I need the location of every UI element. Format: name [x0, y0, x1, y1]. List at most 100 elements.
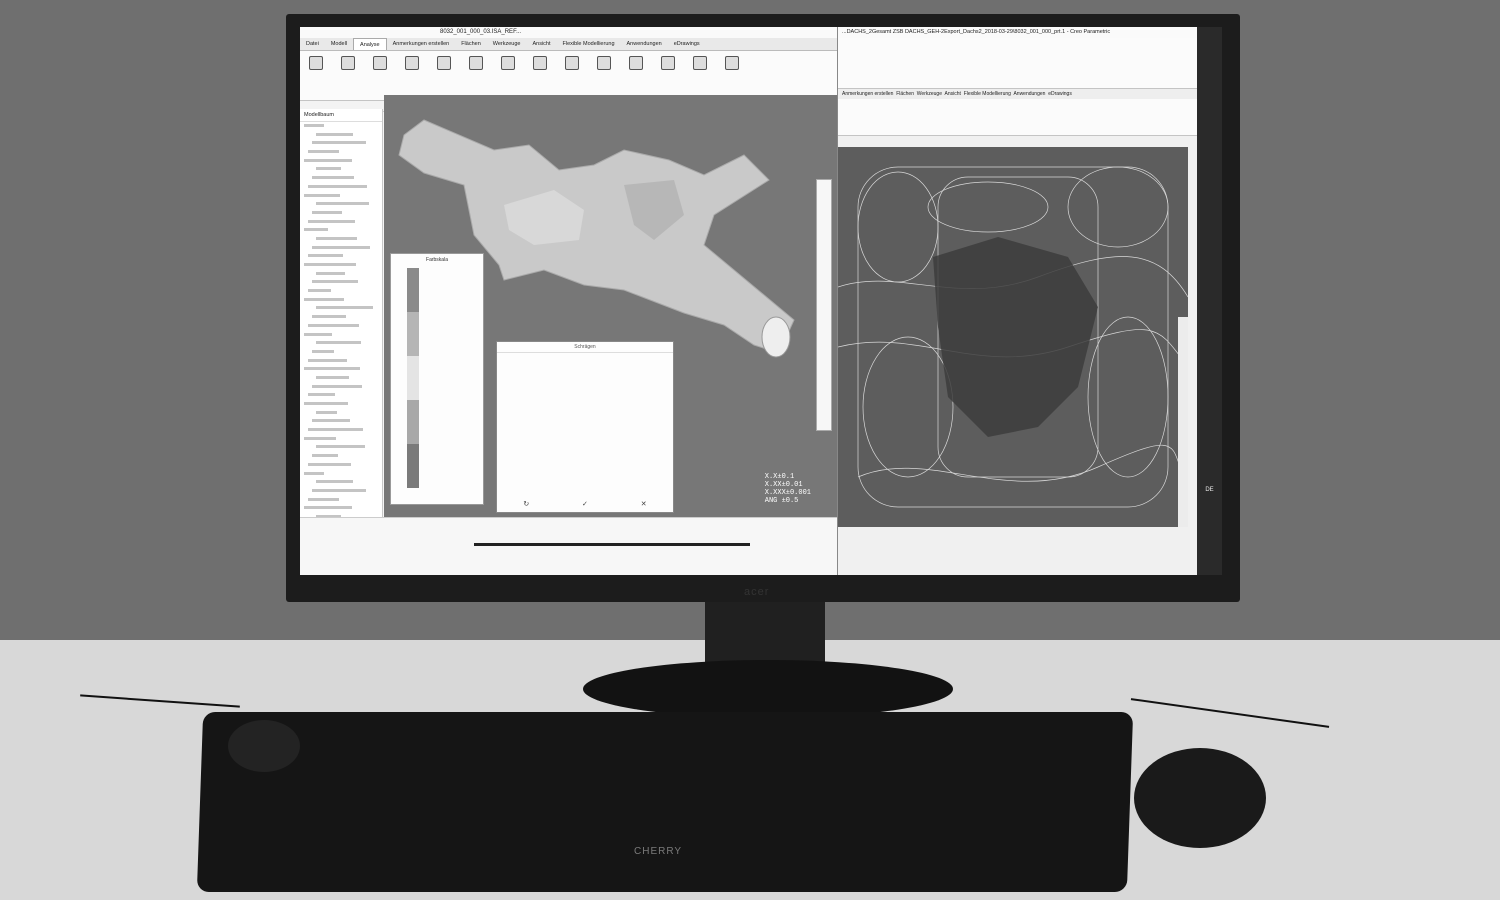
- model-tree-item[interactable]: [300, 244, 382, 253]
- tolerance-line: X.XXX±0.001: [764, 489, 811, 497]
- ribbon-button[interactable]: [335, 54, 361, 72]
- model-tree-item[interactable]: [300, 139, 382, 148]
- right-3d-viewport[interactable]: [838, 147, 1188, 527]
- tab-werkzeuge[interactable]: Werkzeuge: [487, 38, 527, 50]
- model-tree-item[interactable]: [300, 296, 382, 305]
- model-tree-item[interactable]: [300, 383, 382, 392]
- ribbon-button[interactable]: [463, 54, 489, 72]
- model-tree-item[interactable]: [300, 209, 382, 218]
- color-scale-title: Farbskala: [426, 257, 448, 263]
- ribbon-button[interactable]: [431, 54, 457, 72]
- left-3d-viewport[interactable]: Farbskala Schrägen ↻ ✓ ✕ X.X±0.1 X.XX±0.…: [384, 95, 837, 517]
- model-tree-item[interactable]: [300, 122, 382, 131]
- tab-anwendungen[interactable]: Anwendungen: [621, 38, 668, 50]
- dialog-title: Schrägen: [497, 342, 673, 353]
- left-cad-window: 8032_001_000_03.ISA_REF... Datei Modell …: [300, 27, 837, 575]
- model-tree-item[interactable]: [300, 504, 382, 513]
- model-tree-item[interactable]: [300, 339, 382, 348]
- model-tree-item[interactable]: [300, 174, 382, 183]
- ok-check-icon[interactable]: ✓: [582, 500, 588, 508]
- model-tree-item[interactable]: [300, 183, 382, 192]
- tab-anwendungen[interactable]: Anwendungen: [1013, 91, 1045, 97]
- model-tree-item[interactable]: [300, 313, 382, 322]
- language-indicator[interactable]: DE: [1197, 487, 1222, 493]
- model-tree-item[interactable]: [300, 252, 382, 261]
- model-tree-item[interactable]: [300, 357, 382, 366]
- model-tree-item[interactable]: [300, 435, 382, 444]
- model-tree-item[interactable]: [300, 131, 382, 140]
- right-window-title: ...DACHS_2Gesamt ZSB DACHS_GEH-2Export_D…: [838, 27, 1198, 38]
- ribbon-button[interactable]: [367, 54, 393, 72]
- model-tree-item[interactable]: [300, 452, 382, 461]
- tool-icon: [437, 56, 451, 70]
- ribbon-button[interactable]: [559, 54, 585, 72]
- tool-icon: [693, 56, 707, 70]
- message-area: [300, 517, 837, 575]
- model-tree-item[interactable]: [300, 496, 382, 505]
- model-tree-item[interactable]: [300, 218, 382, 227]
- ribbon-button[interactable]: [623, 54, 649, 72]
- view-tools-strip[interactable]: [816, 179, 832, 431]
- tab-edrawings[interactable]: eDrawings: [1048, 91, 1072, 97]
- model-tree-item[interactable]: [300, 348, 382, 357]
- model-tree-item[interactable]: [300, 400, 382, 409]
- model-tree-item[interactable]: [300, 226, 382, 235]
- model-tree-item[interactable]: [300, 365, 382, 374]
- model-tree-item[interactable]: [300, 461, 382, 470]
- tab-datei[interactable]: Datei: [300, 38, 325, 50]
- model-tree-header: Modellbaum: [300, 109, 382, 122]
- model-tree-item[interactable]: [300, 426, 382, 435]
- model-tree-item[interactable]: [300, 148, 382, 157]
- dialog-field[interactable]: [497, 365, 673, 377]
- tool-icon: [501, 56, 515, 70]
- model-tree-item[interactable]: [300, 235, 382, 244]
- tab-flexible-modellierung[interactable]: Flexible Modellierung: [557, 38, 621, 50]
- tab-ansicht[interactable]: Ansicht: [945, 91, 961, 97]
- model-tree-item[interactable]: [300, 478, 382, 487]
- dialog-field[interactable]: [497, 353, 673, 365]
- tab-ansicht[interactable]: Ansicht: [526, 38, 556, 50]
- tab-werkzeuge[interactable]: Werkzeuge: [917, 91, 942, 97]
- model-tree-item[interactable]: [300, 487, 382, 496]
- tab-analyse[interactable]: Analyse: [353, 38, 387, 50]
- right-view-tools-strip[interactable]: [1178, 317, 1188, 527]
- model-tree-item[interactable]: [300, 270, 382, 279]
- ribbon-button[interactable]: [591, 54, 617, 72]
- tolerance-line: X.X±0.1: [764, 473, 795, 481]
- model-tree-item[interactable]: [300, 443, 382, 452]
- model-tree-item[interactable]: [300, 322, 382, 331]
- ribbon-button[interactable]: [655, 54, 681, 72]
- model-tree-item[interactable]: [300, 200, 382, 209]
- model-tree-item[interactable]: [300, 304, 382, 313]
- ribbon-button[interactable]: [303, 54, 329, 72]
- tab-modell[interactable]: Modell: [325, 38, 353, 50]
- model-tree-item[interactable]: [300, 391, 382, 400]
- model-tree-item[interactable]: [300, 331, 382, 340]
- ribbon-button[interactable]: [719, 54, 745, 72]
- ribbon-button[interactable]: [399, 54, 425, 72]
- model-tree-item[interactable]: [300, 192, 382, 201]
- tab-anmerkungen[interactable]: Anmerkungen erstellen: [842, 91, 893, 97]
- model-tree-item[interactable]: [300, 374, 382, 383]
- dialog-field[interactable]: [497, 377, 673, 389]
- tool-icon: [629, 56, 643, 70]
- tool-icon: [661, 56, 675, 70]
- repeat-icon[interactable]: ↻: [523, 500, 529, 508]
- ribbon-button[interactable]: [495, 54, 521, 72]
- model-tree-item[interactable]: [300, 278, 382, 287]
- close-icon[interactable]: ✕: [641, 500, 647, 508]
- model-tree-item[interactable]: [300, 417, 382, 426]
- ribbon-button[interactable]: [527, 54, 553, 72]
- tab-anmerkungen[interactable]: Anmerkungen erstellen: [387, 38, 456, 50]
- ribbon-button[interactable]: [687, 54, 713, 72]
- tab-edrawings[interactable]: eDrawings: [668, 38, 706, 50]
- tab-flaechen[interactable]: Flächen: [896, 91, 914, 97]
- model-tree-item[interactable]: [300, 261, 382, 270]
- model-tree-item[interactable]: [300, 287, 382, 296]
- tab-flaechen[interactable]: Flächen: [455, 38, 487, 50]
- model-tree-item[interactable]: [300, 157, 382, 166]
- model-tree-item[interactable]: [300, 470, 382, 479]
- tab-flexible-modellierung[interactable]: Flexible Modellierung: [964, 91, 1011, 97]
- model-tree-item[interactable]: [300, 165, 382, 174]
- model-tree-item[interactable]: [300, 409, 382, 418]
